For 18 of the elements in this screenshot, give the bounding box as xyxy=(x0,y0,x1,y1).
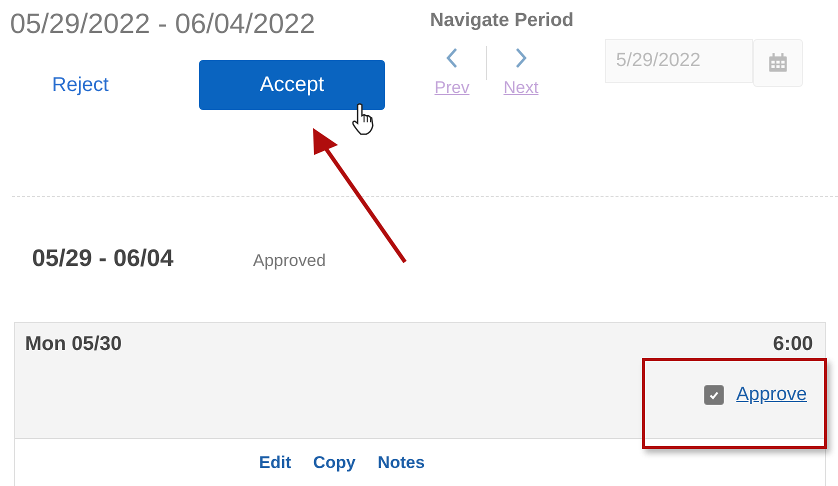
action-link[interactable]: Copy xyxy=(313,453,356,473)
period-title: 05/29/2022 - 06/04/2022 xyxy=(10,8,316,40)
week-range: 05/29 - 06/04 xyxy=(32,245,174,273)
approve-checkbox[interactable] xyxy=(704,385,724,405)
action-link[interactable]: Notes xyxy=(378,453,425,473)
checkmark-icon xyxy=(708,389,720,401)
day-label: Mon 05/30 xyxy=(25,333,122,356)
navigate-label: Navigate Period xyxy=(430,10,575,32)
calendar-icon xyxy=(767,52,789,74)
reject-link[interactable]: Reject xyxy=(52,74,199,96)
accept-button[interactable]: Accept xyxy=(199,60,385,110)
chevron-left-icon[interactable] xyxy=(444,46,460,70)
week-status: Approved xyxy=(253,251,326,271)
action-link[interactable]: Edit xyxy=(259,453,292,473)
approve-link[interactable]: Approve xyxy=(736,384,807,406)
day-hours: 6:00 xyxy=(772,333,813,356)
chevron-right-icon[interactable] xyxy=(513,46,529,70)
calendar-button[interactable] xyxy=(753,39,803,87)
